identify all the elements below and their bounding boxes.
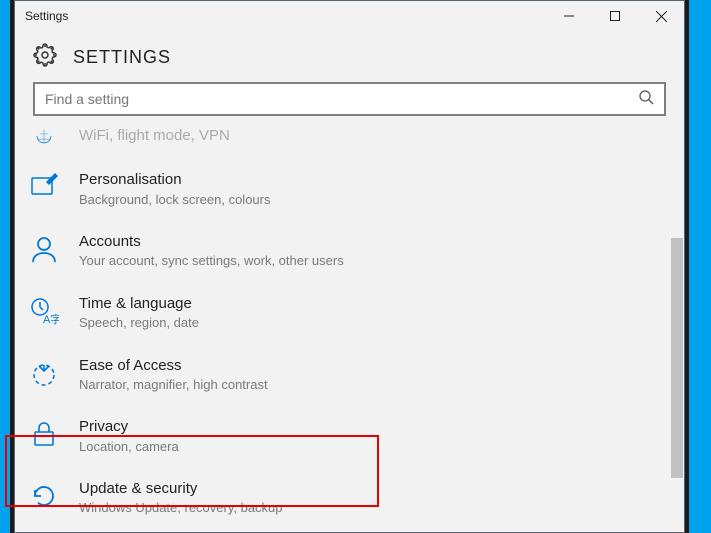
window-controls (546, 1, 684, 31)
category-subtitle: Narrator, magnifier, high contrast (79, 376, 658, 394)
svg-text:A字: A字 (43, 312, 59, 326)
category-item-time-language[interactable]: A字 Time & language Speech, region, date (15, 282, 670, 344)
window-title: Settings (15, 9, 546, 23)
settings-window: Settings SETTINGS (14, 0, 685, 533)
category-text: Personalisation Background, lock screen,… (79, 170, 658, 208)
category-list: WiFi, flight mode, VPN Personalisation B… (15, 126, 670, 529)
category-title: Privacy (79, 417, 658, 437)
category-text: WiFi, flight mode, VPN (79, 126, 658, 146)
category-text: Ease of Access Narrator, magnifier, high… (79, 356, 658, 394)
ease-of-access-icon (27, 356, 61, 388)
maximize-button[interactable] (592, 1, 638, 31)
globe-icon (27, 126, 61, 144)
category-title: Update & security (79, 479, 658, 499)
search-wrap (15, 82, 684, 126)
category-title: Time & language (79, 294, 658, 314)
category-text: Time & language Speech, region, date (79, 294, 658, 332)
search-input[interactable] (45, 91, 638, 107)
privacy-icon (27, 417, 61, 449)
category-item-personalisation[interactable]: Personalisation Background, lock screen,… (15, 158, 670, 220)
scrollbar-thumb[interactable] (671, 238, 683, 478)
page-title: SETTINGS (73, 47, 171, 68)
category-subtitle: Your account, sync settings, work, other… (79, 252, 658, 270)
category-text: Privacy Location, camera (79, 417, 658, 455)
category-text: Accounts Your account, sync settings, wo… (79, 232, 658, 270)
personalisation-icon (27, 170, 61, 202)
search-box[interactable] (33, 82, 666, 116)
category-item-network[interactable]: WiFi, flight mode, VPN (15, 126, 670, 158)
category-title: Ease of Access (79, 356, 658, 376)
category-subtitle: Location, camera (79, 438, 658, 456)
category-subtitle: Speech, region, date (79, 314, 658, 332)
category-item-ease-of-access[interactable]: Ease of Access Narrator, magnifier, high… (15, 344, 670, 406)
close-button[interactable] (638, 1, 684, 31)
search-icon (638, 89, 654, 110)
close-icon (656, 11, 667, 22)
category-item-update-security[interactable]: Update & security Windows Update, recove… (15, 467, 670, 529)
header: SETTINGS (15, 31, 684, 82)
category-list-container: WiFi, flight mode, VPN Personalisation B… (15, 126, 684, 532)
minimize-button[interactable] (546, 1, 592, 31)
category-list-scroll: WiFi, flight mode, VPN Personalisation B… (15, 126, 670, 532)
category-text: Update & security Windows Update, recove… (79, 479, 658, 517)
category-item-accounts[interactable]: Accounts Your account, sync settings, wo… (15, 220, 670, 282)
scrollbar[interactable] (670, 126, 684, 532)
category-title: WiFi, flight mode, VPN (79, 126, 658, 146)
minimize-icon (564, 11, 574, 21)
category-title: Personalisation (79, 170, 658, 190)
maximize-icon (610, 11, 620, 21)
gear-icon (33, 43, 57, 72)
accounts-icon (27, 232, 61, 264)
update-security-icon (27, 479, 61, 511)
category-subtitle: Windows Update, recovery, backup (79, 499, 658, 517)
category-title: Accounts (79, 232, 658, 252)
titlebar: Settings (15, 1, 684, 31)
time-language-icon: A字 (27, 294, 61, 326)
category-item-privacy[interactable]: Privacy Location, camera (15, 405, 670, 467)
category-subtitle: Background, lock screen, colours (79, 191, 658, 209)
